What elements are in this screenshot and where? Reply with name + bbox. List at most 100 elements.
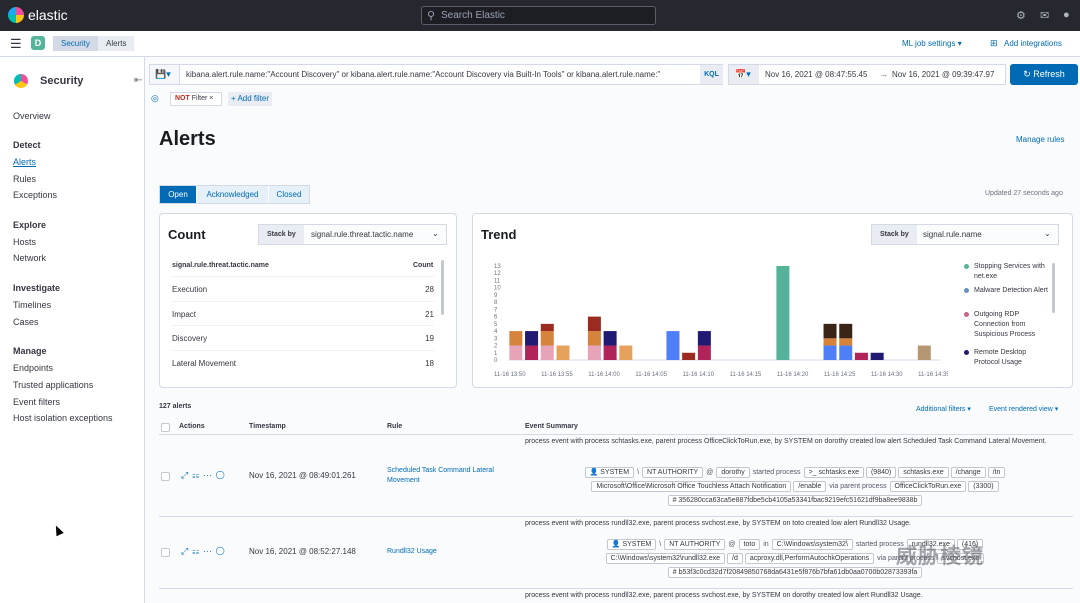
bar-segment[interactable] [509,345,523,360]
sidebar-item-endpoints[interactable]: Endpoints [13,363,53,373]
bar-segment[interactable] [682,352,696,360]
manage-rules-link[interactable]: Manage rules [1016,135,1064,144]
tab-open[interactable]: Open [160,186,196,203]
row-rule-link[interactable]: Scheduled Task Command Lateral Movement [387,466,512,486]
host-chip[interactable]: dorothy [716,467,750,478]
arg-chip[interactable]: /enable [793,481,827,492]
col-timestamp[interactable]: Timestamp [249,423,286,430]
row-checkbox[interactable] [161,548,170,557]
help-icon[interactable]: ⚙ [1016,9,1026,22]
sidebar-item-alerts[interactable]: Alerts [13,157,36,167]
sidebar-item-cases[interactable]: Cases [13,317,39,327]
event-rendered-view-button[interactable]: Event rendered view ▾ [989,405,1058,413]
sidebar-item-event-filters[interactable]: Event filters [13,397,60,407]
sidebar-item-hosts[interactable]: Hosts [13,237,36,247]
bar-segment[interactable] [697,331,711,346]
bar-segment[interactable] [603,331,617,346]
bar-segment[interactable] [839,338,853,346]
col-rule[interactable]: Rule [387,423,402,430]
breadcrumb-security[interactable]: Security [53,36,98,51]
session-view-icon[interactable]: ◯ [216,470,228,480]
count-stack-by-select[interactable]: Stack by signal.rule.threat.tactic.name … [258,224,447,245]
bar-segment[interactable] [823,345,837,360]
ppid-chip[interactable]: (3300) [968,481,999,492]
bar-segment[interactable] [839,323,853,339]
expand-icon[interactable]: ⤢ [181,470,192,480]
bar-segment[interactable] [540,323,554,332]
analyze-icon[interactable]: ☷ [192,546,203,556]
newsfeed-icon[interactable]: ✉ [1040,9,1049,22]
calendar-icon[interactable]: 📅▾ [729,65,759,84]
table-row[interactable]: Lateral Movement 18 [172,350,434,374]
global-search-input[interactable]: ⚲ Search Elastic [421,6,656,25]
legend-item[interactable]: Stopping Services with net.exe [964,262,1050,282]
arg-chip[interactable]: /change [950,467,986,478]
directory-chip[interactable]: C:\Windows\system32\ [771,539,853,550]
bar-segment[interactable] [587,345,601,360]
domain-chip[interactable]: NT AUTHORITY [664,539,726,550]
additional-filters-button[interactable]: Additional filters ▾ [916,405,971,413]
expand-icon[interactable]: ⤢ [181,546,192,556]
bar-segment[interactable] [525,345,539,360]
collapse-sidebar-icon[interactable]: ⇤ [134,75,142,86]
arg-chip[interactable]: /d [727,553,743,564]
sidebar-item-network[interactable]: Network [13,253,46,263]
arg-chip[interactable]: acproxy.dll,PerformAutochkOperations [744,553,875,564]
bar-segment[interactable] [603,345,617,360]
domain-chip[interactable]: NT AUTHORITY [642,467,704,478]
bar-segment[interactable] [870,352,884,360]
more-actions-icon[interactable]: ⋯ [203,546,216,556]
sidebar-item-timelines[interactable]: Timelines [13,300,51,310]
bar-segment[interactable] [666,331,680,360]
host-chip[interactable]: toto [738,539,761,550]
count-scrollbar[interactable] [441,260,444,315]
bar-segment[interactable] [587,316,601,332]
end-date[interactable]: Nov 16, 2021 @ 09:39:47.97 [892,70,994,79]
legend-item[interactable]: Outgoing RDP Connection from Suspicious … [964,310,1050,340]
user-chip[interactable]: 👤 SYSTEM [584,467,635,478]
bar-segment[interactable] [697,345,711,360]
bar-segment[interactable] [556,345,570,360]
saved-query-menu-icon[interactable]: 💾▾ [150,65,180,84]
arg-chip[interactable]: C:\Windows\system32\rundll32.exe [605,553,725,564]
legend-item[interactable]: Malware Detection Alert [964,286,1050,296]
trend-stack-by-select[interactable]: Stack by signal.rule.name ⌄ [871,224,1059,245]
bar-segment[interactable] [823,323,837,339]
sidebar-item-rules[interactable]: Rules [13,174,36,184]
ml-job-settings-button[interactable]: ML job settings ▾ [902,39,962,48]
process-chip[interactable]: >_ schtasks.exe [803,467,864,478]
add-integrations-link[interactable]: Add integrations [1004,39,1062,48]
close-icon[interactable]: × [209,95,213,102]
filter-options-icon[interactable]: ◎ [151,93,159,104]
tab-acknowledged[interactable]: Acknowledged [197,186,268,203]
analyze-icon[interactable]: ☷ [192,470,203,480]
bar-segment[interactable] [509,331,523,346]
row-rule-link[interactable]: Rundll32 Usage [387,547,512,557]
sidebar-item-overview[interactable]: Overview [13,111,51,121]
sidebar-item-trusted-applications[interactable]: Trusted applications [13,380,93,390]
add-filter-button[interactable]: + Add filter [228,92,273,106]
bar-segment[interactable] [540,345,554,360]
arg-chip[interactable]: schtasks.exe [898,467,949,478]
trend-chart[interactable]: 01234567891011121311-16 13:50 11-16 13:55… [478,258,948,383]
bar-segment[interactable] [587,331,601,346]
sidebar-item-exceptions[interactable]: Exceptions [13,190,57,200]
col-event-summary[interactable]: Event Summary [525,423,578,430]
table-row[interactable]: Discovery 19 [172,325,434,349]
bar-segment[interactable] [540,331,554,346]
user-menu-icon[interactable]: ● [1063,9,1070,21]
query-input[interactable]: kibana.alert.rule.name:"Account Discover… [186,70,700,79]
table-row[interactable]: Execution 28 [172,276,434,300]
bar-segment[interactable] [823,338,837,346]
hash-chip[interactable]: # b53f3c0cd32d7f20849850768da6431e5f876b… [667,567,923,578]
elastic-logo-icon[interactable] [8,7,24,23]
arg-chip[interactable]: /tn [987,467,1006,478]
bar-segment[interactable] [776,266,790,360]
legend-scrollbar[interactable] [1052,263,1055,313]
sidebar-item-host-isolation-exceptions[interactable]: Host isolation exceptions [13,413,113,423]
table-row[interactable]: ⤢☷⋯◯ Nov 16, 2021 @ 08:49:01.261 Schedul… [159,435,1073,517]
arg-chip[interactable]: Microsoft\Office\Microsoft Office Touchl… [591,481,792,492]
refresh-button[interactable]: ↻ Refresh [1010,64,1078,85]
table-row[interactable]: Impact 21 [172,301,434,325]
bar-segment[interactable] [917,345,931,360]
